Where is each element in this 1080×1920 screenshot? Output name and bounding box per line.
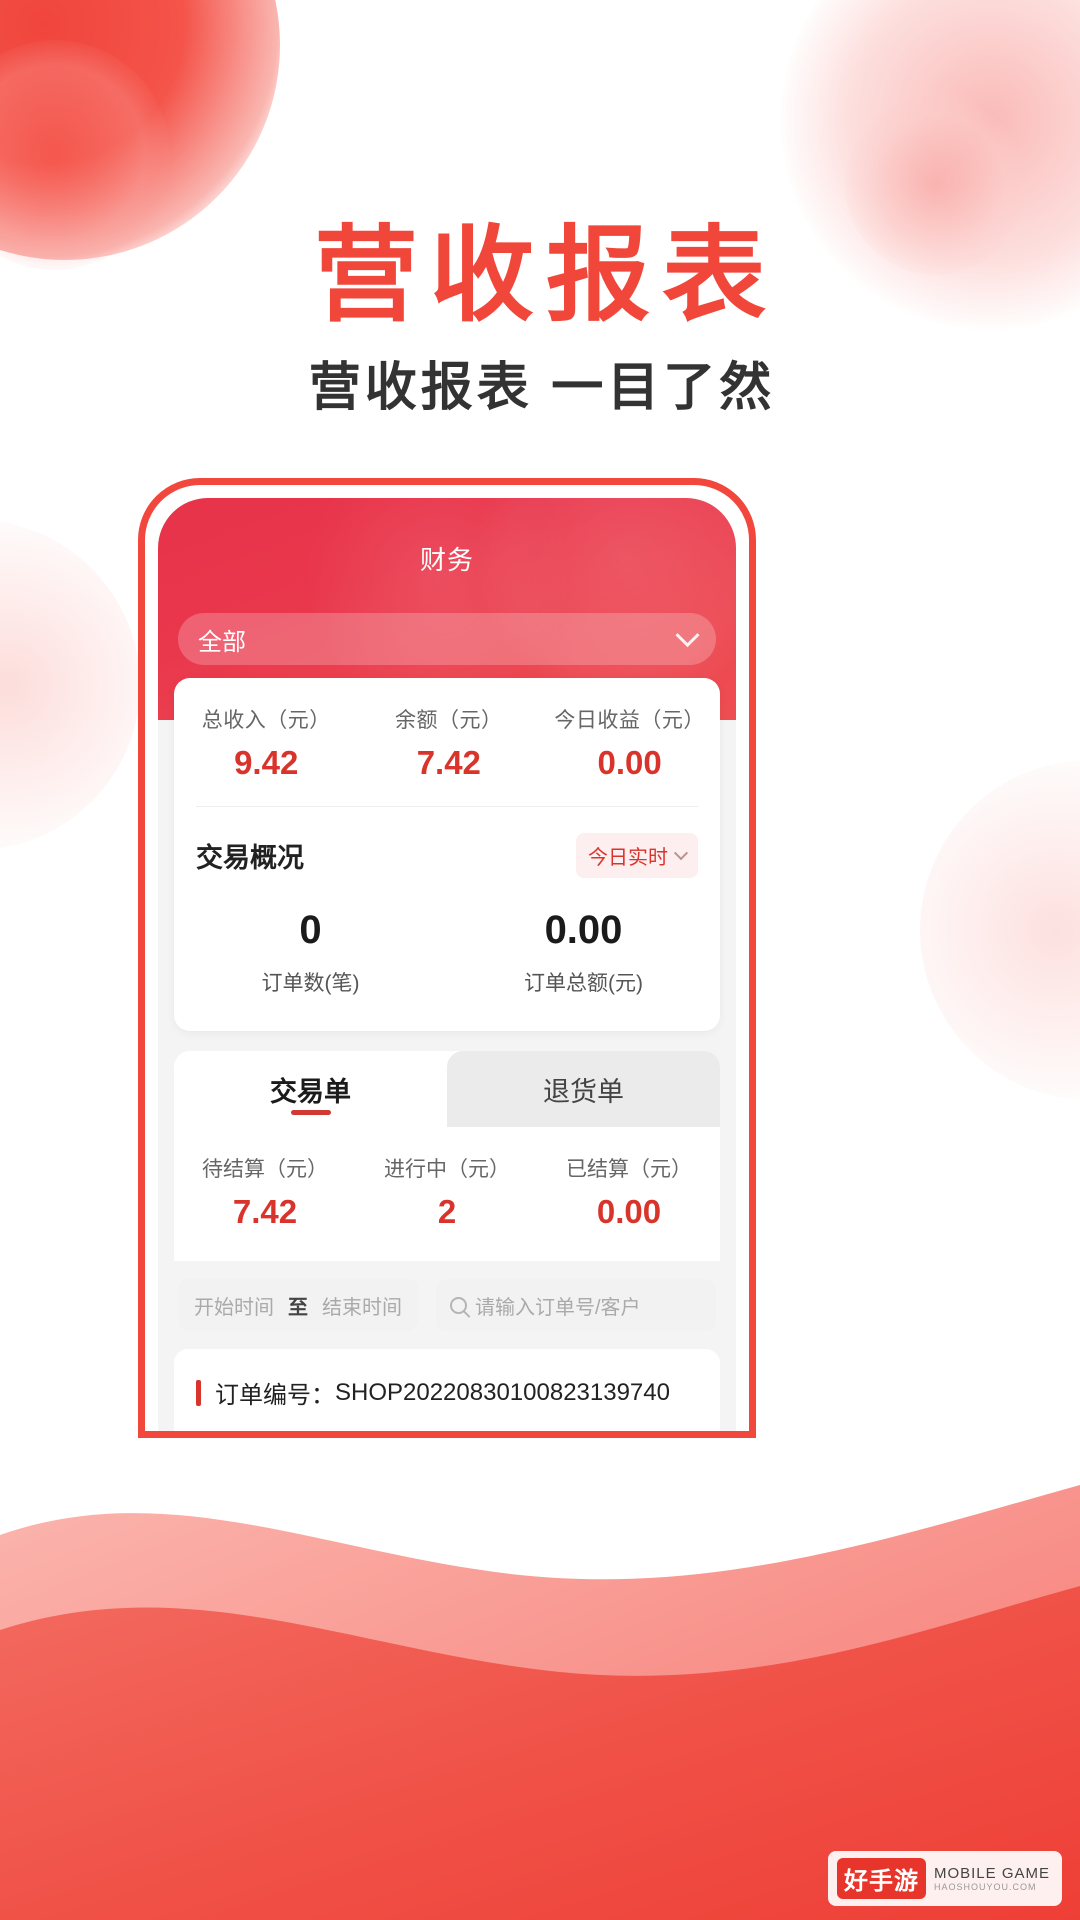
tab-return-orders[interactable]: 退货单 [447, 1051, 720, 1127]
overview-value: 0.00 [544, 908, 623, 952]
summary-total-income: 总收入（元） 9.42 [174, 704, 358, 782]
page-subtitle: 营收报表 一目了然 [308, 359, 776, 417]
bottom-wave-decoration [0, 1300, 1080, 1920]
overview-range-selector[interactable]: 今日实时 [576, 833, 698, 878]
settlement-value: 0.00 [596, 1193, 662, 1230]
overview-stats-row: 0 订单数(笔) 0.00 订单总额(元) [174, 882, 720, 1031]
settlement-value: 7.42 [232, 1193, 298, 1230]
tab-transaction-orders[interactable]: 交易单 [174, 1051, 447, 1127]
summary-value: 0.00 [597, 744, 662, 781]
chevron-down-icon [675, 622, 700, 647]
tab-label: 交易单 [270, 1076, 351, 1107]
overview-value: 0 [299, 908, 322, 952]
summary-row: 总收入（元） 9.42 余额（元） 7.42 今日收益（元） 0.00 [174, 678, 720, 806]
summary-value: 9.42 [234, 744, 299, 781]
app-header-title: 财务 [419, 545, 474, 575]
finance-summary-card: 总收入（元） 9.42 余额（元） 7.42 今日收益（元） 0.00 交易概况 [174, 678, 720, 1031]
summary-label: 今日收益（元） [554, 709, 705, 732]
tab-label: 退货单 [543, 1076, 624, 1107]
overview-label: 订单数(笔) [261, 972, 360, 995]
store-filter-label: 全部 [198, 628, 246, 656]
store-filter-picker[interactable]: 全部 [178, 613, 716, 665]
tab-active-underline [290, 1110, 331, 1115]
summary-balance: 余额（元） 7.42 [358, 704, 539, 782]
watermark-badge: 好手游 [836, 1858, 926, 1899]
chevron-down-icon [673, 845, 689, 860]
page-title: 营收报表 [313, 218, 778, 334]
overview-label: 订单总额(元) [524, 972, 643, 995]
phone-mockup: 财务 全部 总收入（元） 9.42 余额（元） 7.42 今日收益（元） 0.0… [138, 478, 756, 1438]
settlement-label: 待结算（元） [202, 1158, 328, 1181]
watermark: 好手游 MOBILE GAME HAOSHOUYOU.COM [827, 1851, 1062, 1906]
phone-screen: 财务 全部 总收入（元） 9.42 余额（元） 7.42 今日收益（元） 0.0… [158, 498, 736, 1431]
settlement-settled: 已结算（元） 0.00 [538, 1153, 720, 1231]
summary-label: 余额（元） [395, 709, 503, 732]
summary-today-earnings: 今日收益（元） 0.00 [539, 704, 720, 782]
watermark-text: MOBILE GAME HAOSHOUYOU.COM [934, 1865, 1050, 1893]
overview-range-label: 今日实时 [588, 847, 668, 869]
settlement-label: 进行中（元） [384, 1158, 510, 1181]
overview-title: 交易概况 [196, 843, 304, 873]
overview-order-count: 0 订单数(笔) [174, 908, 447, 997]
overview-order-amount: 0.00 订单总额(元) [447, 908, 720, 997]
order-tabs-card: 交易单 退货单 待结算（元） 7.42 进行中（元） 2 已结算（元） 0.00 [174, 1051, 720, 1261]
overview-header: 交易概况 今日实时 [174, 807, 720, 882]
settlement-pending: 待结算（元） 7.42 [174, 1153, 356, 1231]
settlement-value: 2 [437, 1193, 457, 1230]
blob-right-mid [920, 760, 1080, 1100]
summary-value: 7.42 [416, 744, 481, 781]
settlement-in-progress: 进行中（元） 2 [356, 1153, 538, 1231]
watermark-line2: HAOSHOUYOU.COM [933, 1881, 1037, 1892]
settlement-row: 待结算（元） 7.42 进行中（元） 2 已结算（元） 0.00 [174, 1127, 720, 1261]
summary-label: 总收入（元） [201, 709, 331, 732]
order-tabs: 交易单 退货单 [174, 1051, 720, 1127]
settlement-label: 已结算（元） [566, 1158, 692, 1181]
watermark-line1: MOBILE GAME [933, 1864, 1050, 1882]
blob-left-mid [0, 520, 140, 850]
